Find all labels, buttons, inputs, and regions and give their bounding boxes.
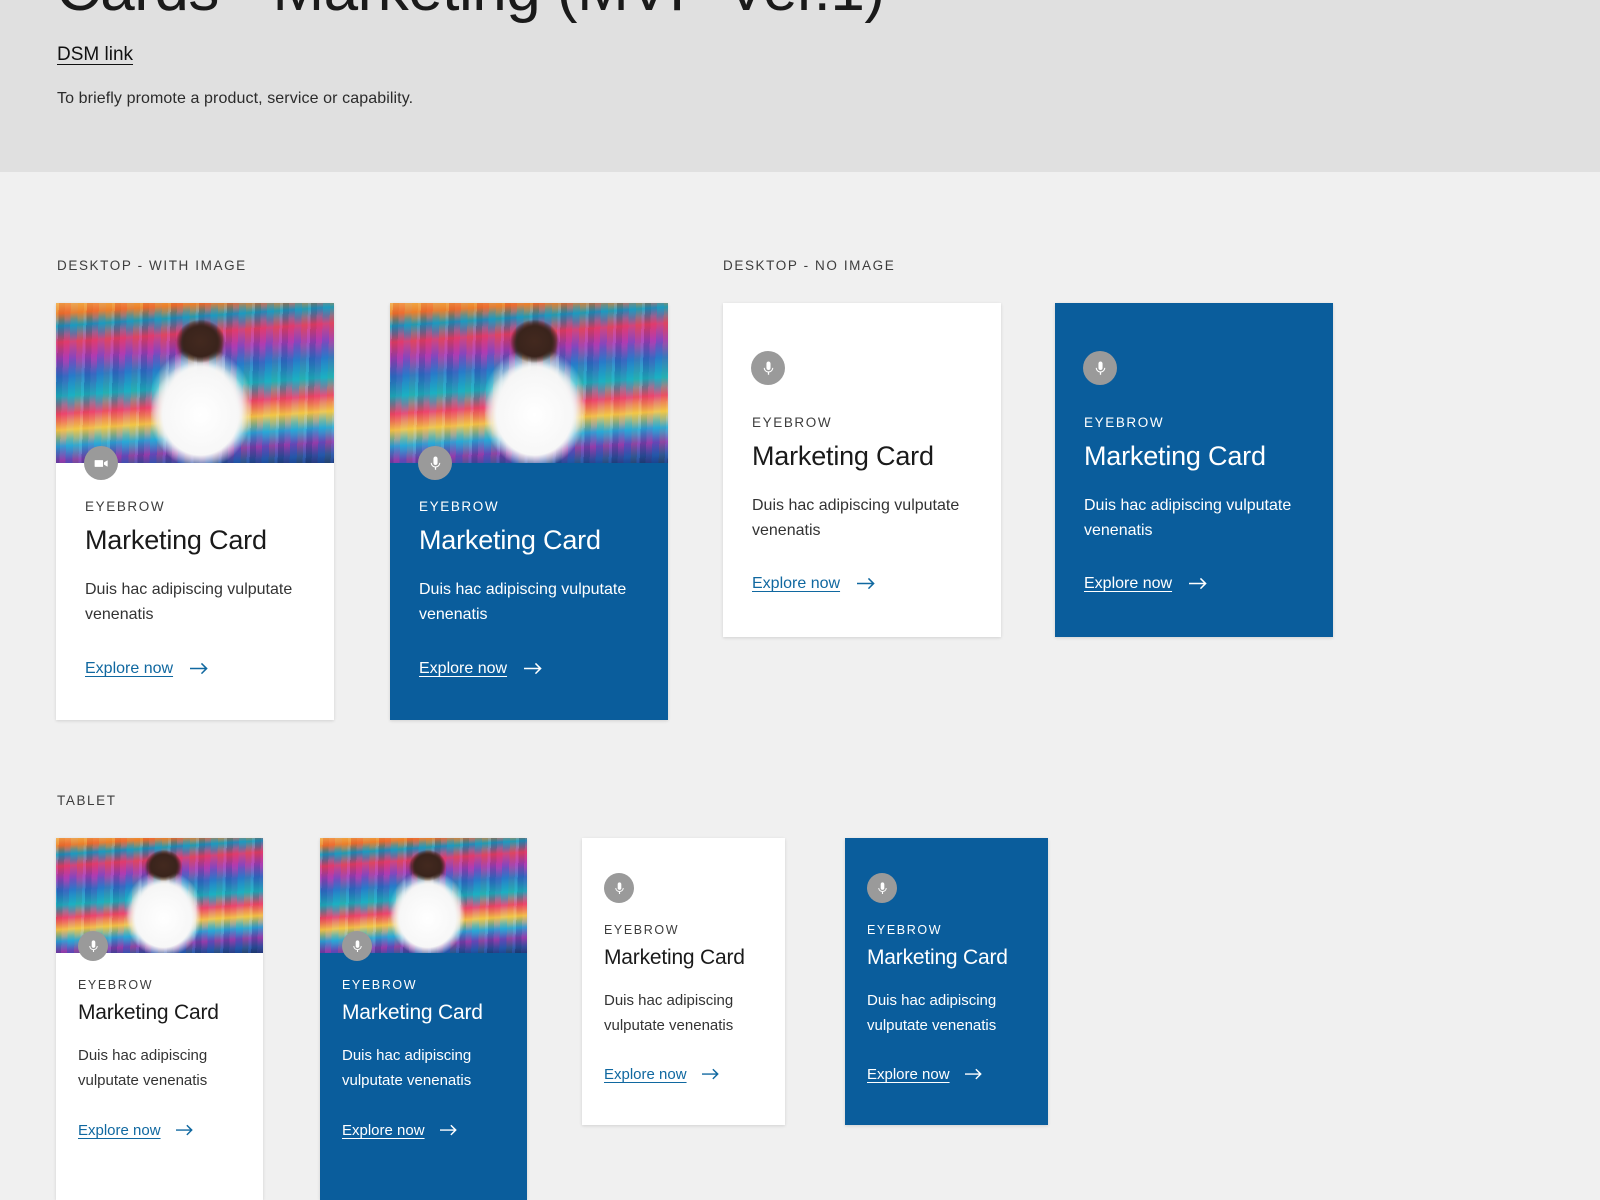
explore-now-label: Explore now (85, 660, 174, 677)
card-title: Marketing Card (604, 946, 745, 969)
card-tablet-plain-white[interactable]: EYEBROW Marketing Card Duis hac adipisci… (582, 838, 785, 1125)
card-description: Duis hac adipiscing vulputate venenatis (342, 1047, 472, 1089)
card-desktop-image-white[interactable]: EYEBROW Marketing Card Duis hac adipisci… (56, 303, 334, 720)
card-image (390, 303, 668, 463)
explore-now-label: Explore now (342, 1122, 425, 1139)
card-title: Marketing Card (867, 946, 1008, 969)
card-description: Duis hac adipiscing vulputate venenatis (604, 992, 734, 1034)
card-body: EYEBROW Marketing Card Duis hac adipisci… (723, 415, 1001, 593)
dsm-link[interactable]: DSM link (57, 44, 133, 66)
card-eyebrow: EYEBROW (752, 415, 833, 430)
microphone-icon (418, 446, 452, 480)
card-eyebrow: EYEBROW (78, 978, 154, 992)
arrow-right-icon (190, 662, 209, 676)
microphone-icon (1083, 351, 1117, 385)
explore-now-label: Explore now (752, 575, 841, 592)
card-description: Duis hac adipiscing vulputate venenatis (752, 497, 960, 539)
card-body: EYEBROW Marketing Card Duis hac adipisci… (320, 978, 527, 1140)
card-eyebrow: EYEBROW (342, 978, 418, 992)
explore-now-label: Explore now (1084, 575, 1173, 592)
card-description: Duis hac adipiscing vulputate venenatis (78, 1047, 208, 1089)
explore-now-label: Explore now (867, 1066, 950, 1083)
section-label-desktop-no-image: DESKTOP - NO IMAGE (723, 258, 896, 273)
arrow-right-icon (524, 662, 543, 676)
card-tablet-image-blue[interactable]: EYEBROW Marketing Card Duis hac adipisci… (320, 838, 527, 1200)
card-title: Marketing Card (419, 525, 601, 555)
explore-now-label: Explore now (604, 1066, 687, 1083)
card-body: EYEBROW Marketing Card Duis hac adipisci… (582, 923, 785, 1084)
card-description: Duis hac adipiscing vulputate venenatis (1084, 497, 1292, 539)
card-body: EYEBROW Marketing Card Duis hac adipisci… (56, 978, 263, 1140)
microphone-icon (867, 873, 897, 903)
card-eyebrow: EYEBROW (85, 499, 166, 514)
card-image (56, 303, 334, 463)
card-eyebrow: EYEBROW (867, 923, 943, 937)
card-desktop-image-blue[interactable]: EYEBROW Marketing Card Duis hac adipisci… (390, 303, 668, 720)
explore-now-link[interactable]: Explore now (752, 575, 876, 593)
card-body: EYEBROW Marketing Card Duis hac adipisci… (1055, 415, 1333, 593)
section-label-tablet: TABLET (57, 793, 117, 808)
card-title: Marketing Card (85, 525, 267, 555)
arrow-right-icon (1189, 577, 1208, 591)
explore-now-link[interactable]: Explore now (1084, 575, 1208, 593)
card-title: Marketing Card (78, 1001, 219, 1024)
explore-now-link[interactable]: Explore now (78, 1122, 194, 1139)
microphone-icon (342, 931, 372, 961)
card-eyebrow: EYEBROW (419, 499, 500, 514)
explore-now-link[interactable]: Explore now (85, 660, 209, 678)
explore-now-link[interactable]: Explore now (867, 1066, 983, 1083)
arrow-right-icon (175, 1124, 194, 1137)
card-title: Marketing Card (1084, 441, 1266, 471)
section-label-desktop-with-image: DESKTOP - WITH IMAGE (57, 258, 247, 273)
card-description: Duis hac adipiscing vulputate venenatis (867, 992, 997, 1034)
card-tablet-plain-blue[interactable]: EYEBROW Marketing Card Duis hac adipisci… (845, 838, 1048, 1125)
explore-now-link[interactable]: Explore now (419, 660, 543, 678)
card-body: EYEBROW Marketing Card Duis hac adipisci… (390, 499, 668, 678)
card-description: Duis hac adipiscing vulputate venenatis (85, 581, 293, 623)
card-tablet-image-white[interactable]: EYEBROW Marketing Card Duis hac adipisci… (56, 838, 263, 1200)
card-eyebrow: EYEBROW (604, 923, 680, 937)
video-camera-icon (84, 446, 118, 480)
header-description: To briefly promote a product, service or… (57, 90, 414, 107)
card-body: EYEBROW Marketing Card Duis hac adipisci… (845, 923, 1048, 1084)
arrow-right-icon (439, 1124, 458, 1137)
explore-now-link[interactable]: Explore now (604, 1066, 720, 1083)
arrow-right-icon (964, 1068, 983, 1081)
explore-now-label: Explore now (78, 1122, 161, 1139)
microphone-icon (604, 873, 634, 903)
page-title: Cards - Marketing (MVP Ver.1) (56, 0, 885, 25)
explore-now-label: Explore now (419, 660, 508, 677)
card-body: EYEBROW Marketing Card Duis hac adipisci… (56, 499, 334, 678)
microphone-icon (78, 931, 108, 961)
card-title: Marketing Card (342, 1001, 483, 1024)
page-header: Cards - Marketing (MVP Ver.1) DSM link T… (0, 0, 1600, 172)
explore-now-link[interactable]: Explore now (342, 1122, 458, 1139)
card-desktop-plain-blue[interactable]: EYEBROW Marketing Card Duis hac adipisci… (1055, 303, 1333, 637)
card-eyebrow: EYEBROW (1084, 415, 1165, 430)
card-desktop-plain-white[interactable]: EYEBROW Marketing Card Duis hac adipisci… (723, 303, 1001, 637)
arrow-right-icon (857, 577, 876, 591)
card-description: Duis hac adipiscing vulputate venenatis (419, 581, 627, 623)
microphone-icon (751, 351, 785, 385)
arrow-right-icon (701, 1068, 720, 1081)
card-title: Marketing Card (752, 441, 934, 471)
